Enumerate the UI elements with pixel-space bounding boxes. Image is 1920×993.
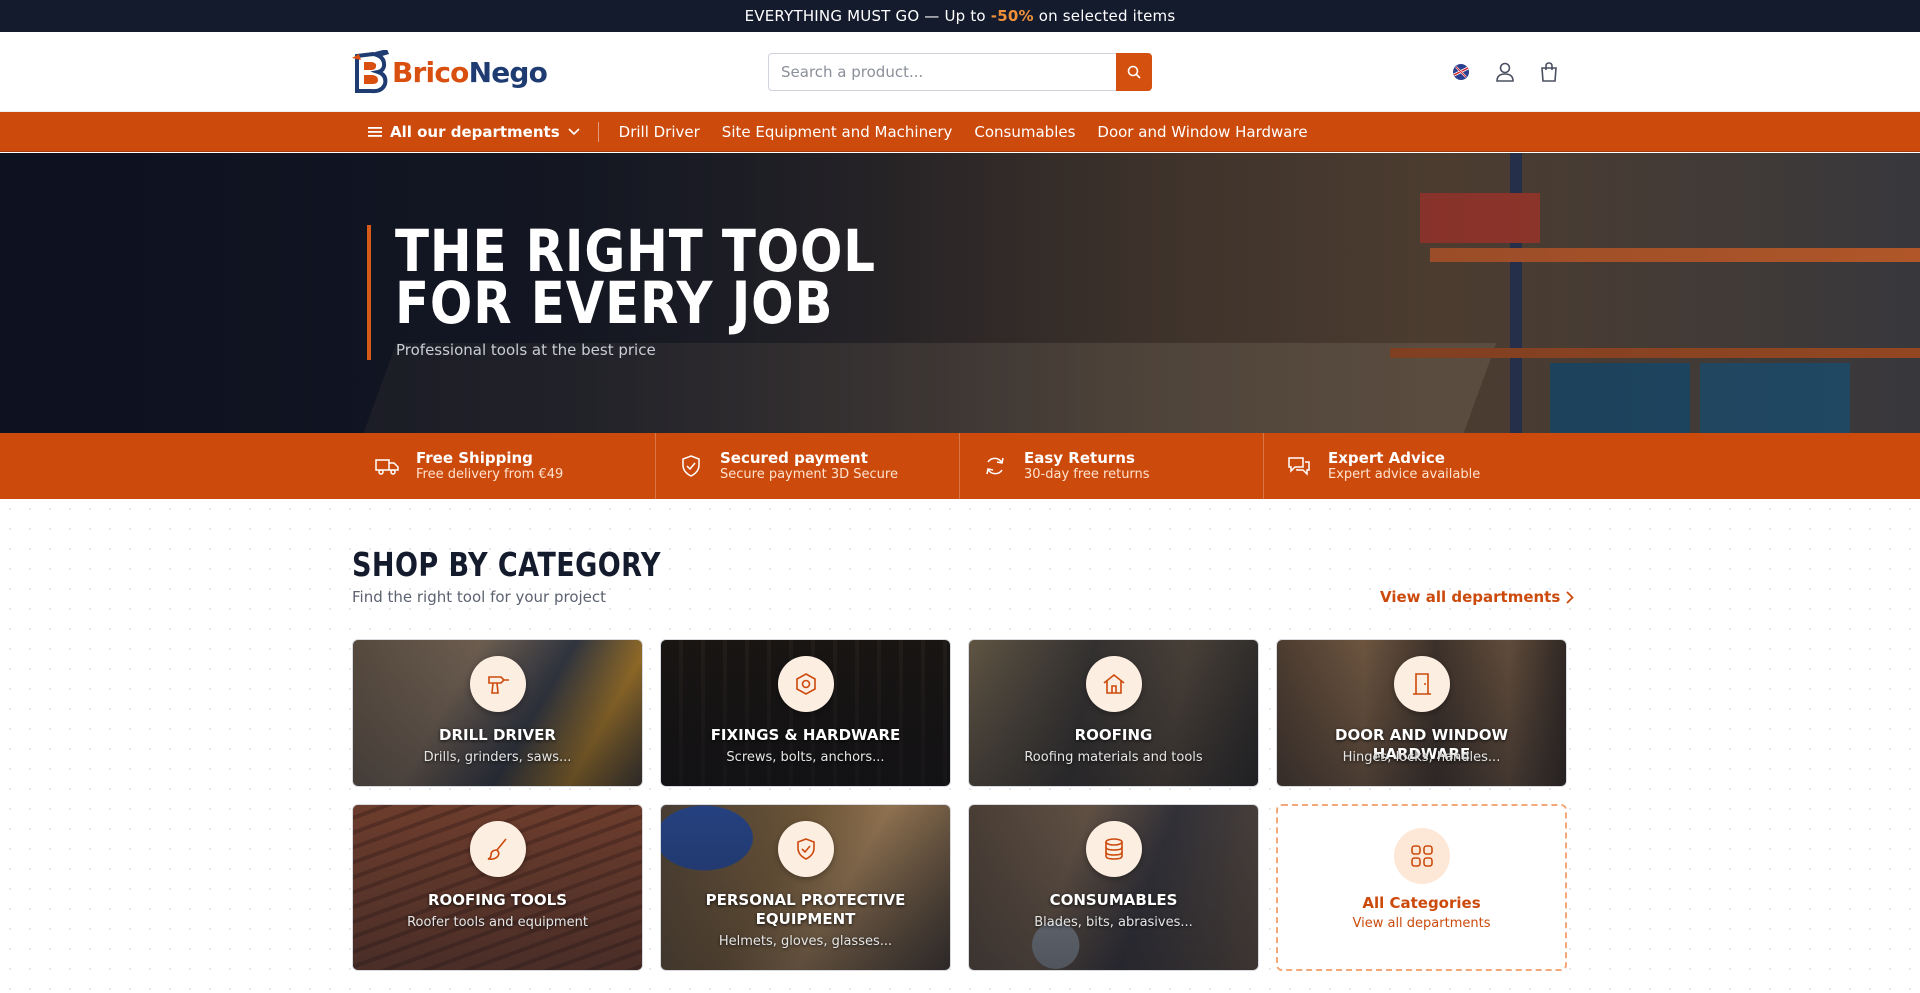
hero-accent-bar xyxy=(367,225,371,360)
category-card-consumables[interactable]: CONSUMABLES Blades, bits, abrasives... xyxy=(968,804,1259,971)
category-title: ROOFING xyxy=(1074,726,1153,744)
site-header: BricoNego xyxy=(0,32,1920,112)
drill-icon xyxy=(487,676,509,694)
section-subtitle: Find the right tool for your project xyxy=(352,588,607,606)
shield-check-icon xyxy=(796,838,815,860)
feature-easy-returns: Easy Returns 30-day free returns xyxy=(960,433,1264,499)
logo-text: BricoNego xyxy=(392,55,548,89)
category-icon-badge xyxy=(777,821,834,877)
language-button[interactable] xyxy=(1448,58,1474,86)
category-icon-badge xyxy=(1085,656,1142,712)
feature-title: Secured payment xyxy=(720,448,868,467)
feature-subtitle: Secure payment 3D Secure xyxy=(720,466,898,482)
shield-check-icon xyxy=(682,455,700,477)
feature-subtitle: Free delivery from €49 xyxy=(416,466,564,482)
features-bar: Free Shipping Free delivery from €49 Sec… xyxy=(0,433,1920,499)
feature-subtitle: Expert advice available xyxy=(1328,466,1481,482)
promo-text: EVERYTHING MUST GO — Up to xyxy=(744,7,986,25)
view-all-departments-link[interactable]: View all departments xyxy=(1380,588,1575,606)
user-icon xyxy=(1496,62,1514,82)
category-icon-badge xyxy=(1393,828,1450,884)
category-icon-badge xyxy=(1393,656,1450,712)
category-card-door-window-hardware[interactable]: DOOR AND WINDOW HARDWARE Hinges, locks, … xyxy=(1276,639,1567,787)
section-title: SHOP BY CATEGORY xyxy=(352,545,661,584)
category-card-roofing[interactable]: ROOFING Roofing materials and tools xyxy=(968,639,1259,787)
search-input[interactable] xyxy=(768,53,1116,91)
category-subtitle: View all departments xyxy=(1352,916,1491,931)
category-card-fixings-hardware[interactable]: FIXINGS & HARDWARE Screws, bolts, anchor… xyxy=(660,639,951,787)
database-icon xyxy=(1104,838,1123,860)
door-icon xyxy=(1412,673,1431,695)
truck-icon xyxy=(375,459,399,475)
nav-link-consumables[interactable]: Consumables xyxy=(974,123,1075,141)
brush-icon xyxy=(487,838,507,860)
category-card-ppe[interactable]: PERSONAL PROTECTIVE EQUIPMENT Helmets, g… xyxy=(660,804,951,971)
category-title: PERSONAL PROTECTIVE EQUIPMENT xyxy=(705,891,906,928)
promo-discount: -50% xyxy=(990,7,1034,25)
chevron-right-icon xyxy=(1566,590,1575,604)
nav-link-drill-driver[interactable]: Drill Driver xyxy=(619,123,700,141)
category-title: All Categories xyxy=(1362,894,1481,912)
hero-banner: THE RIGHT TOOL FOR EVERY JOB Professiona… xyxy=(0,153,1920,433)
hamburger-icon xyxy=(368,126,382,137)
category-subtitle: Roofing materials and tools xyxy=(1024,750,1203,765)
feature-subtitle: 30-day free returns xyxy=(1024,466,1150,482)
feature-secured-payment: Secured payment Secure payment 3D Secure xyxy=(656,433,960,499)
refresh-icon xyxy=(986,457,1004,475)
logo-icon xyxy=(351,49,391,94)
category-subtitle: Blades, bits, abrasives... xyxy=(1034,915,1193,930)
category-title: ROOFING TOOLS xyxy=(427,891,568,909)
category-icon-badge xyxy=(1085,821,1142,877)
category-subtitle: Drills, grinders, saws... xyxy=(423,750,572,765)
category-card-drill-driver[interactable]: DRILL DRIVER Drills, grinders, saws... xyxy=(352,639,643,787)
category-icon-badge xyxy=(469,656,526,712)
category-subtitle: Roofer tools and equipment xyxy=(407,915,588,930)
hero-title: THE RIGHT TOOL FOR EVERY JOB xyxy=(395,222,876,332)
category-card-all-categories[interactable]: All Categories View all departments xyxy=(1276,804,1567,971)
all-departments-label: All our departments xyxy=(390,122,560,141)
hero-subtitle: Professional tools at the best price xyxy=(396,341,656,359)
hero-title-line2: FOR EVERY JOB xyxy=(395,269,834,337)
promo-suffix: on selected items xyxy=(1038,7,1176,25)
category-icon-badge xyxy=(777,656,834,712)
cart-button[interactable] xyxy=(1536,58,1562,86)
nav-link-site-equipment[interactable]: Site Equipment and Machinery xyxy=(722,123,953,141)
account-button[interactable] xyxy=(1492,58,1518,86)
category-section: SHOP BY CATEGORY Find the right tool for… xyxy=(0,499,1920,993)
hex-nut-icon xyxy=(795,673,816,695)
category-subtitle: Hinges, locks, handles... xyxy=(1342,750,1501,765)
department-nav: All our departments Drill Driver Site Eq… xyxy=(0,112,1920,152)
category-subtitle: Screws, bolts, anchors... xyxy=(726,750,885,765)
nav-link-door-window-hardware[interactable]: Door and Window Hardware xyxy=(1097,123,1307,141)
hero-overlay xyxy=(0,153,1920,433)
feature-title: Expert Advice xyxy=(1328,448,1445,467)
header-actions xyxy=(1448,58,1562,86)
all-departments-menu[interactable]: All our departments xyxy=(368,121,599,142)
search-bar xyxy=(768,53,1152,91)
feature-free-shipping: Free Shipping Free delivery from €49 xyxy=(352,433,656,499)
grid-icon xyxy=(1410,845,1433,867)
category-icon-badge xyxy=(469,821,526,877)
category-subtitle: Helmets, gloves, glasses... xyxy=(718,934,893,949)
logo[interactable]: BricoNego xyxy=(351,49,548,94)
feature-expert-advice: Expert Advice Expert advice available xyxy=(1264,433,1568,499)
chevron-down-icon xyxy=(568,127,580,135)
category-card-roofing-tools[interactable]: ROOFING TOOLS Roofer tools and equipment xyxy=(352,804,643,971)
promo-bar: EVERYTHING MUST GO — Up to -50% on selec… xyxy=(0,0,1920,32)
feature-title: Free Shipping xyxy=(416,448,533,467)
cart-icon xyxy=(1541,62,1557,82)
category-title: DRILL DRIVER xyxy=(439,726,556,744)
language-flag-icon xyxy=(1453,64,1469,80)
chat-icon xyxy=(1288,457,1310,476)
feature-title: Easy Returns xyxy=(1024,448,1135,467)
search-icon xyxy=(1127,65,1141,79)
search-button[interactable] xyxy=(1116,53,1152,91)
view-all-label: View all departments xyxy=(1380,588,1561,606)
category-title: CONSUMABLES xyxy=(1049,891,1178,909)
house-icon xyxy=(1103,673,1124,694)
category-title: FIXINGS & HARDWARE xyxy=(710,726,901,744)
